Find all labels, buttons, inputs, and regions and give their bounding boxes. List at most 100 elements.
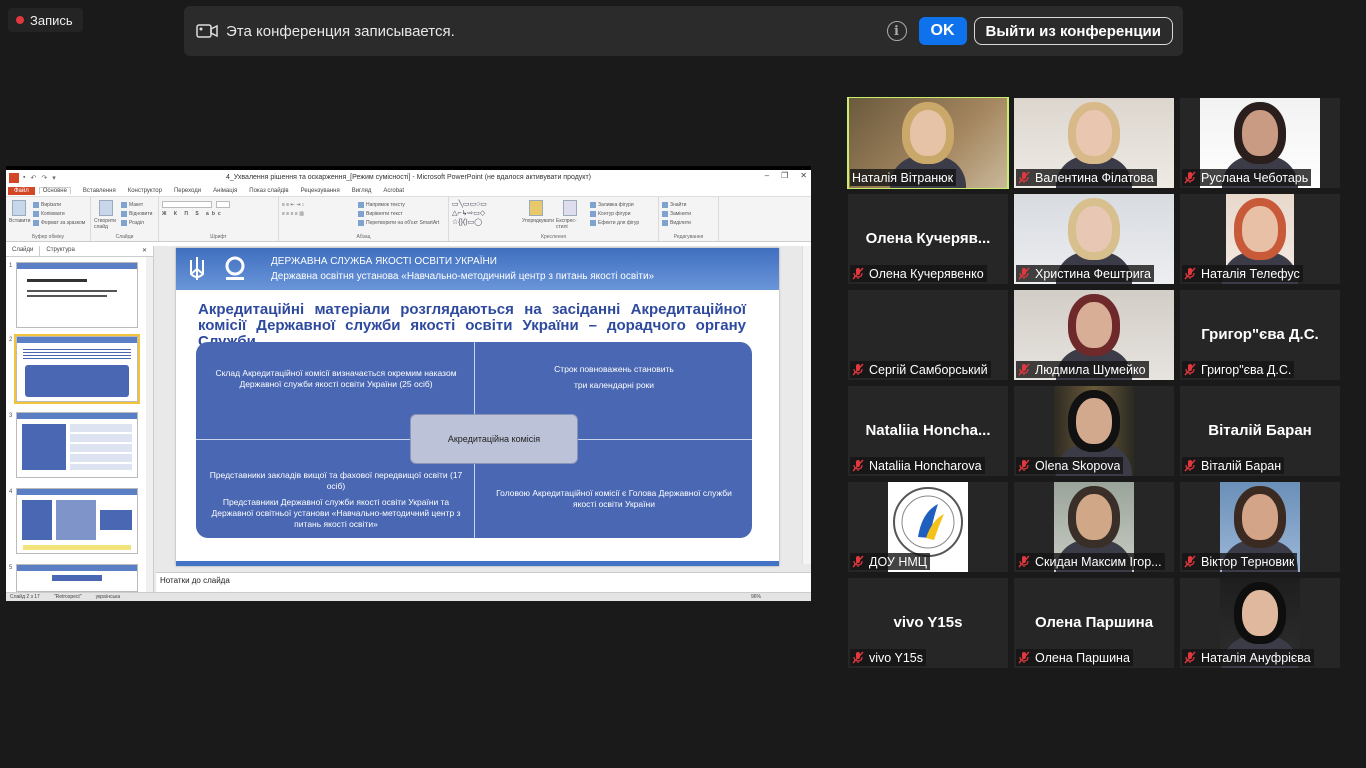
quick-styles-button[interactable]: Експрес-стилі xyxy=(556,200,584,230)
tab-file[interactable]: Файл xyxy=(8,186,35,195)
slide-thumbnail-selected[interactable]: 2 xyxy=(9,334,140,404)
tab-insert[interactable]: Вставлення xyxy=(83,188,116,194)
participant-tile[interactable]: Наталія Ануфрієва xyxy=(1180,578,1340,668)
zoom-level[interactable]: 96% xyxy=(751,594,761,600)
participant-name: Наталія Ануфрієва xyxy=(1201,650,1311,665)
slide-thumbnail[interactable]: 1 xyxy=(9,262,138,328)
participant-tile[interactable]: Сергій Самборський xyxy=(848,290,1008,380)
panel-scrollbar[interactable] xyxy=(146,257,153,592)
participant-name: ДОУ НМЦ xyxy=(869,554,928,569)
participant-tile[interactable]: vivo Y15s vivo Y15s xyxy=(848,578,1008,668)
participant-tile[interactable]: Віктор Терновик xyxy=(1180,482,1340,572)
new-slide-button[interactable]: Створити слайд xyxy=(94,200,118,230)
group-editing: Знайти Замінити Виділити Редагування xyxy=(659,197,719,241)
participant-tile[interactable]: Христина Фештрига xyxy=(1014,194,1174,284)
slide-thumbnail[interactable]: 4 xyxy=(9,488,138,554)
tab-design[interactable]: Конструктор xyxy=(128,188,162,194)
shape-fill-button[interactable]: Заливка фігури xyxy=(590,200,639,209)
text-direction-button[interactable]: Напрямок тексту xyxy=(358,200,439,209)
participant-tile[interactable]: Olena Skopova xyxy=(1014,386,1174,476)
participant-name-label: Олена Паршина xyxy=(1016,649,1133,666)
tab-view[interactable]: Вигляд xyxy=(352,188,372,194)
participant-tile[interactable]: ДОУ НМЦ xyxy=(848,482,1008,572)
slide-thumbnail[interactable]: 5 xyxy=(9,564,138,592)
ppt-titlebar: ▪ ↶ ↷ ▾ 4_Ухвалення рішення та оскарження_[… xyxy=(6,170,811,185)
minimize-icon[interactable]: – xyxy=(765,171,769,180)
participant-tile[interactable]: Олена Паршина Олена Паршина xyxy=(1014,578,1174,668)
replace-button[interactable]: Замінити xyxy=(662,209,715,218)
shapes-gallery[interactable]: ▭╲▭▭○▭ △⌐↳⇨▭◇ ☆{}()▭◯ xyxy=(452,200,516,230)
panel-close-icon[interactable]: ✕ xyxy=(136,246,153,256)
participant-name-label: Валентина Філатова xyxy=(1016,169,1157,186)
close-icon[interactable]: ✕ xyxy=(800,171,807,180)
quadrant-bottom-left: Представники закладів вищої та фахової п… xyxy=(202,470,470,530)
tab-transitions[interactable]: Переходи xyxy=(174,188,201,194)
copy-button[interactable]: Копіювати xyxy=(33,209,85,218)
section-label: Розділ xyxy=(129,219,144,226)
layout-label: Макет xyxy=(129,201,144,208)
tab-slides[interactable]: Слайди xyxy=(6,246,41,256)
undo-icon[interactable]: ↶ xyxy=(30,174,36,182)
participant-tile[interactable]: Nataliia Honcha... Nataliia Honcharova xyxy=(848,386,1008,476)
participant-tile[interactable]: Віталій Баран Віталій Баран xyxy=(1180,386,1340,476)
leave-meeting-button[interactable]: Выйти из конференции xyxy=(973,17,1173,45)
align-buttons[interactable]: ≡ ≡ ≡ ≡ ▥ xyxy=(282,209,352,218)
tab-review[interactable]: Рецензування xyxy=(301,188,340,194)
participant-display-name: Олена Паршина xyxy=(1034,614,1154,631)
font-family-select[interactable] xyxy=(162,200,275,209)
layout-button[interactable]: Макет xyxy=(121,200,152,209)
slide-scrollbar[interactable] xyxy=(802,246,811,564)
participant-name: Скидан Максим Ігор... xyxy=(1035,554,1162,569)
participant-name-label: Наталія Ануфрієва xyxy=(1182,649,1314,666)
select-button[interactable]: Виділити xyxy=(662,218,715,227)
participant-tile[interactable]: Наталія Вітранюк xyxy=(847,97,1009,189)
shape-effects-label: Ефекти для фігур xyxy=(598,219,640,226)
participant-name-label: Людмила Шумейко xyxy=(1016,361,1149,378)
layout-icon xyxy=(121,201,127,208)
arrange-button[interactable]: Упорядкувати xyxy=(522,200,554,230)
align-text-button[interactable]: Вирівняти текст xyxy=(358,209,439,218)
maximize-icon[interactable]: ❐ xyxy=(781,171,788,180)
participant-tile[interactable]: Григор"єва Д.С. Григор"єва Д.С. xyxy=(1180,290,1340,380)
participant-tile[interactable]: Скидан Максим Ігор... xyxy=(1014,482,1174,572)
section-button[interactable]: Розділ xyxy=(121,218,152,227)
participant-tile[interactable]: Олена Кучеряв... Олена Кучерявенко xyxy=(848,194,1008,284)
tab-acrobat[interactable]: Acrobat xyxy=(383,188,404,194)
tab-outline[interactable]: Структура xyxy=(40,246,80,256)
recording-indicator[interactable]: Запись xyxy=(8,8,83,32)
participant-name: Наталія Вітранюк xyxy=(852,170,954,185)
info-icon[interactable]: i xyxy=(886,21,907,41)
format-painter-button[interactable]: Формат за зразком xyxy=(33,218,85,227)
cut-button[interactable]: Вирізати xyxy=(33,200,85,209)
paste-button[interactable]: Вставити xyxy=(9,200,30,227)
tab-home[interactable]: Основне xyxy=(38,187,71,194)
list-buttons[interactable]: ≡ ≡ ⇤ ⇥ ↕ xyxy=(282,200,352,209)
tab-animation[interactable]: Анімація xyxy=(213,188,237,194)
tab-slideshow[interactable]: Показ слайдів xyxy=(249,188,288,194)
org-logo-icon xyxy=(893,487,963,557)
shape-effects-button[interactable]: Ефекти для фігур xyxy=(590,218,639,227)
participant-tile[interactable]: Руслана Чеботарь xyxy=(1180,98,1340,188)
smartart-label: Перетворити на об'єкт SmartArt xyxy=(366,219,440,226)
panel-tabs: Слайди Структура ✕ xyxy=(6,246,153,257)
smartart-button[interactable]: Перетворити на об'єкт SmartArt xyxy=(358,218,439,227)
participant-tile[interactable]: Валентина Філатова xyxy=(1014,98,1174,188)
members-line-2: Представники Державної служби якості осв… xyxy=(211,497,461,529)
shape-outline-button[interactable]: Контур фігури xyxy=(590,209,639,218)
ok-button[interactable]: OK xyxy=(918,17,967,45)
participant-tile[interactable]: Людмила Шумейко xyxy=(1014,290,1174,380)
participant-tile[interactable]: Наталія Телефус xyxy=(1180,194,1340,284)
notes-pane[interactable]: Нотатки до слайда xyxy=(156,572,811,592)
slide-thumbnail[interactable]: 3 xyxy=(9,412,138,478)
muted-mic-icon xyxy=(1018,555,1030,568)
reset-button[interactable]: Відновити xyxy=(121,209,152,218)
participant-name: Христина Фештрига xyxy=(1035,266,1151,281)
save-icon[interactable]: ▪ xyxy=(23,174,25,182)
slides-group-label: Слайди xyxy=(115,234,134,240)
customize-icon[interactable]: ▾ xyxy=(52,174,56,182)
find-button[interactable]: Знайти xyxy=(662,200,715,209)
slide-canvas[interactable]: ДЕРЖАВНА СЛУЖБА ЯКОСТІ ОСВІТИ УКРАЇНИ Де… xyxy=(176,248,779,566)
redo-icon[interactable]: ↷ xyxy=(41,174,47,182)
font-format-buttons[interactable]: Ж К П S abc xyxy=(162,209,275,218)
text-direction-icon xyxy=(358,201,364,208)
